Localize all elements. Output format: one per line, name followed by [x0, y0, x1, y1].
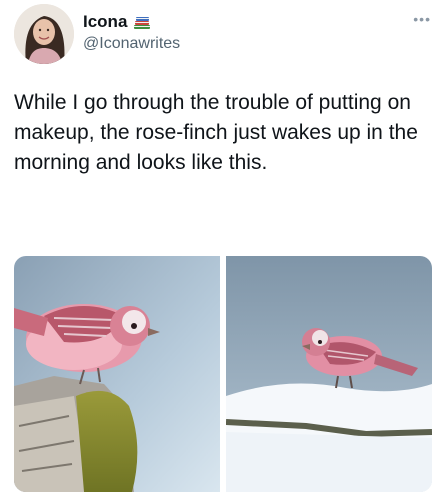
photo-rose-finch-snow[interactable]: [226, 256, 432, 492]
media-grid[interactable]: [14, 256, 432, 492]
more-icon[interactable]: •••: [413, 12, 431, 26]
photo-rose-finch-log[interactable]: [14, 256, 220, 492]
author-block[interactable]: Icona @Iconawrites: [83, 11, 180, 53]
name-row: Icona: [83, 11, 180, 33]
books-icon: [133, 14, 151, 30]
display-name[interactable]: Icona: [83, 12, 127, 32]
avatar[interactable]: [14, 4, 74, 64]
tweet-text: While I go through the trouble of puttin…: [14, 91, 418, 174]
tweet: Icona @Iconawrites ••• While I go throug…: [0, 0, 443, 500]
user-handle[interactable]: @Iconawrites: [83, 35, 180, 53]
